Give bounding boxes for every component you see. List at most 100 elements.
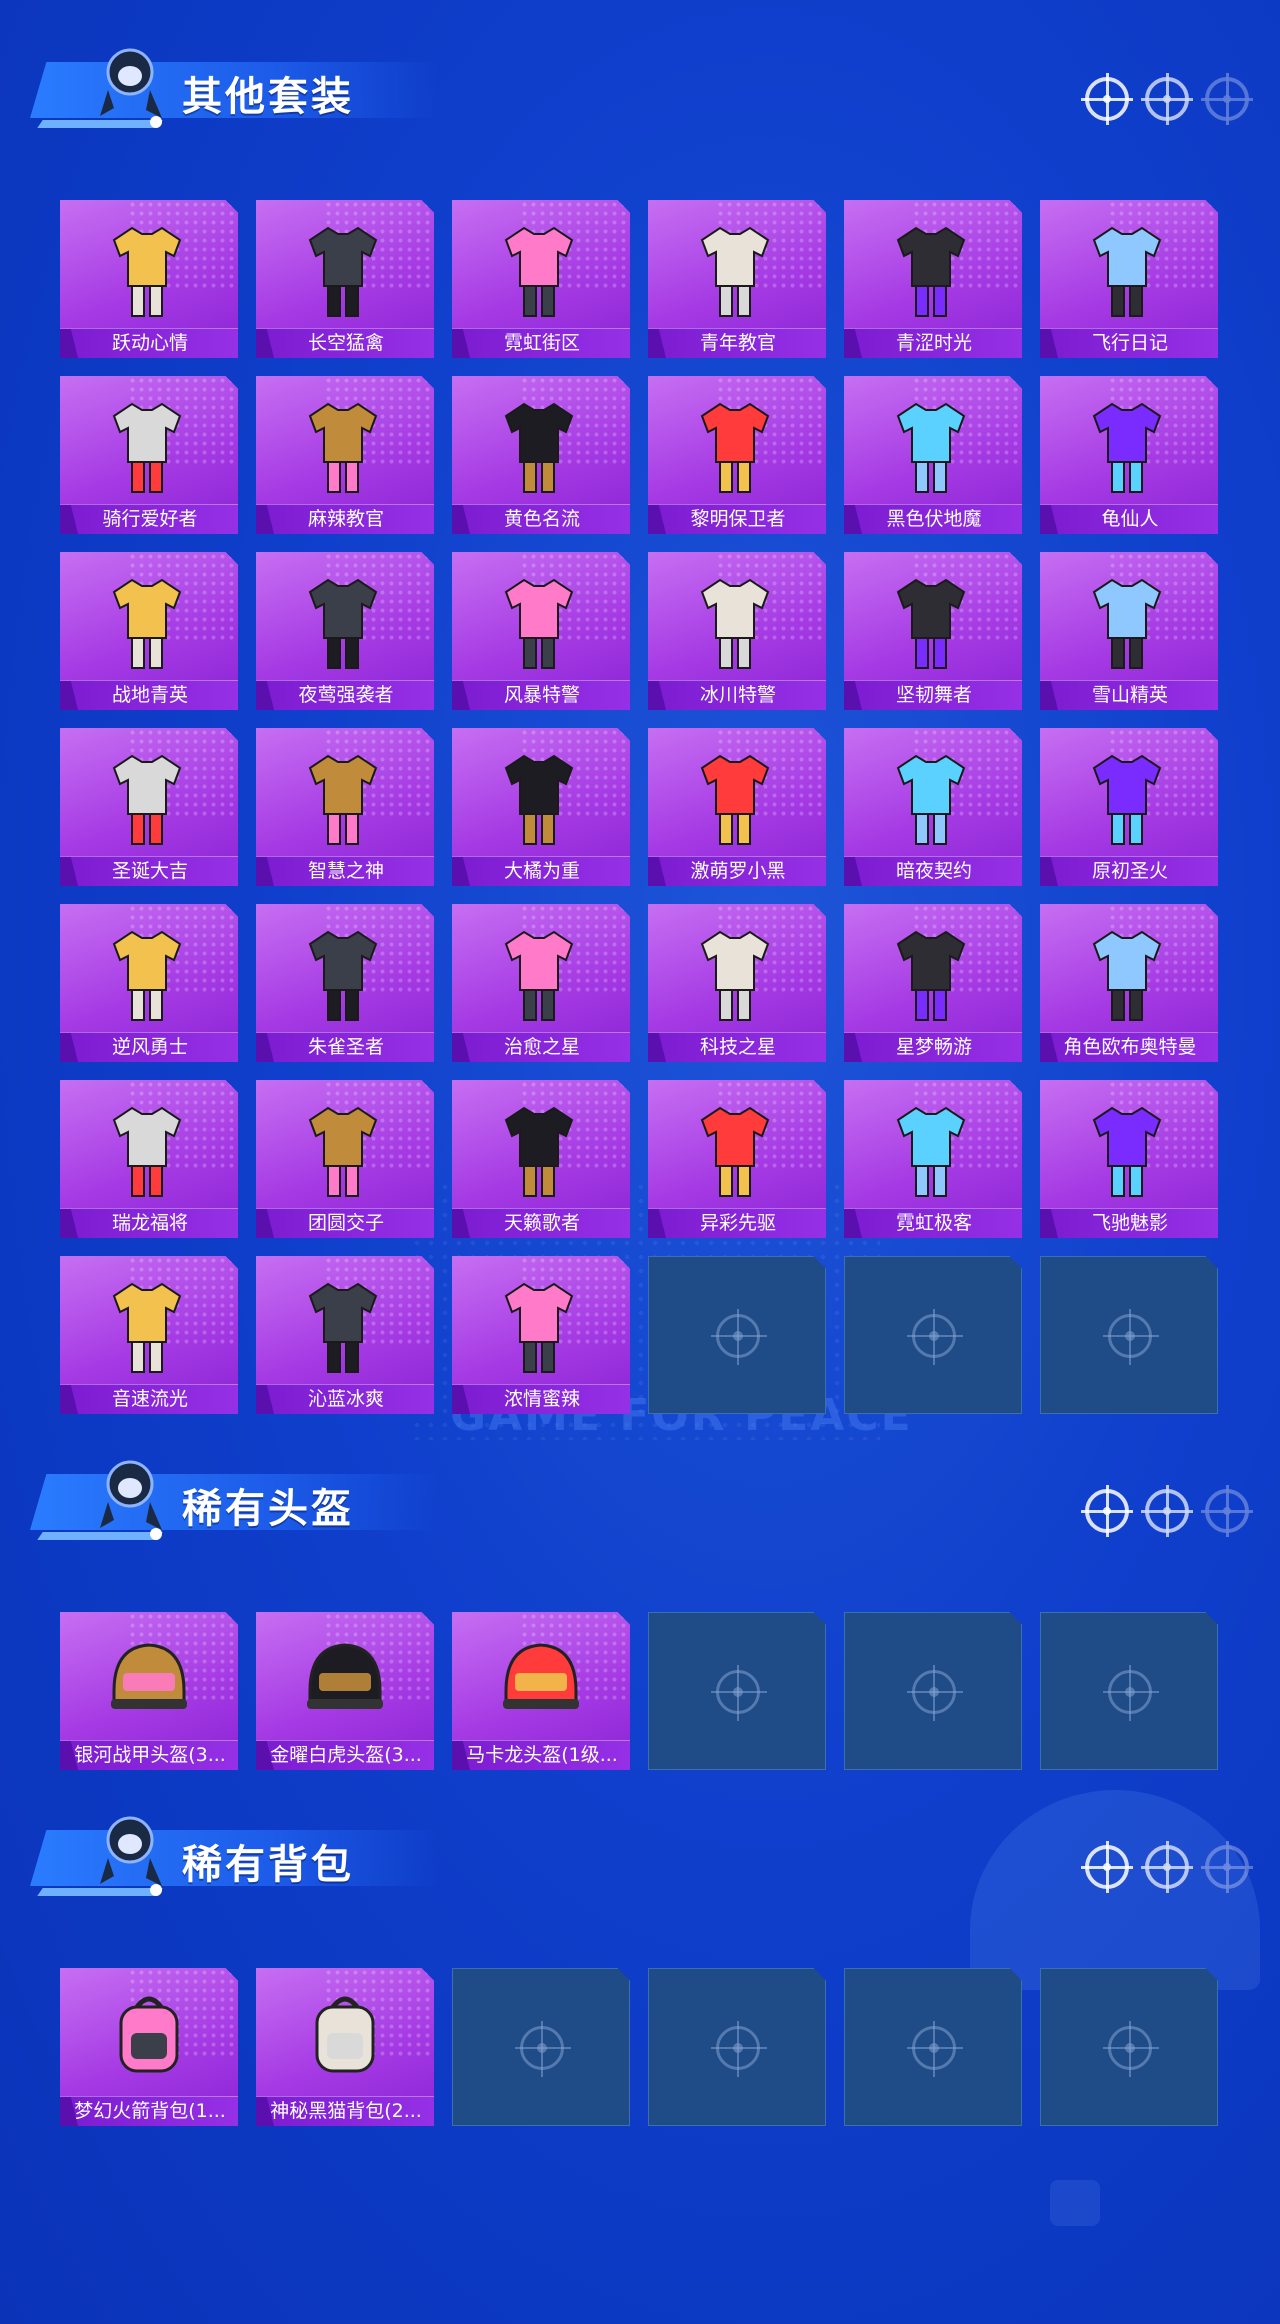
- item-label: 黄色名流: [503, 508, 580, 530]
- item-label: 梦幻火箭背包(1...: [74, 2100, 226, 2122]
- section-header: 其他套装: [0, 30, 1280, 130]
- outfit-icon: [486, 916, 596, 1026]
- item-label: 角色欧布奥特曼: [1063, 1036, 1197, 1058]
- item-label: 青涩时光: [895, 332, 972, 354]
- outfit-icon: [1074, 564, 1184, 674]
- outfit-icon: [682, 740, 792, 850]
- item-card[interactable]: 风暴特警: [452, 552, 630, 710]
- section-title: 稀有背包: [182, 1842, 354, 1888]
- item-label: 银河战甲头盔(3...: [74, 1744, 226, 1766]
- helmet-icon: [290, 1624, 400, 1734]
- section-header: 稀有头盔: [0, 1442, 1280, 1542]
- empty-slot: [648, 1256, 826, 1414]
- item-card[interactable]: 音速流光: [60, 1256, 238, 1414]
- crate-decoration: [1050, 2180, 1100, 2226]
- item-label: 跃动心情: [111, 332, 188, 354]
- item-card[interactable]: 青涩时光: [844, 200, 1022, 358]
- empty-slot: [1040, 1968, 1218, 2126]
- item-card[interactable]: 沁蓝冰爽: [256, 1256, 434, 1414]
- item-card[interactable]: 麻辣教官: [256, 376, 434, 534]
- outfit-icon: [290, 564, 400, 674]
- item-card[interactable]: 浓情蜜辣: [452, 1256, 630, 1414]
- backpack-icon: [94, 1980, 204, 2090]
- item-card[interactable]: 瑞龙福将: [60, 1080, 238, 1238]
- outfit-icon: [486, 740, 596, 850]
- item-label: 团圆交子: [307, 1212, 384, 1234]
- outfit-icon: [486, 1092, 596, 1202]
- item-card[interactable]: 骑行爱好者: [60, 376, 238, 534]
- item-card[interactable]: 黎明保卫者: [648, 376, 826, 534]
- item-card[interactable]: 神秘黑猫背包(2...: [256, 1968, 434, 2126]
- outfit-icon: [682, 388, 792, 498]
- empty-slot: [1040, 1256, 1218, 1414]
- item-card[interactable]: 霓虹极客: [844, 1080, 1022, 1238]
- target-icon: [1201, 1485, 1253, 1537]
- item-label: 沁蓝冰爽: [307, 1388, 384, 1410]
- mascot-icon: [100, 1460, 162, 1540]
- item-card[interactable]: 夜莺强袭者: [256, 552, 434, 710]
- item-card[interactable]: 冰川特警: [648, 552, 826, 710]
- crosshair-icon: [515, 2021, 571, 2077]
- item-card[interactable]: 坚韧舞者: [844, 552, 1022, 710]
- item-card[interactable]: 原初圣火: [1040, 728, 1218, 886]
- target-icon: [1141, 1841, 1193, 1893]
- crosshair-icon: [907, 1665, 963, 1721]
- item-card[interactable]: 团圆交子: [256, 1080, 434, 1238]
- item-card[interactable]: 黄色名流: [452, 376, 630, 534]
- crosshair-icon: [907, 1309, 963, 1365]
- item-card[interactable]: 银河战甲头盔(3...: [60, 1612, 238, 1770]
- item-card[interactable]: 金曜白虎头盔(3...: [256, 1612, 434, 1770]
- item-card[interactable]: 大橘为重: [452, 728, 630, 886]
- item-label: 冰川特警: [699, 684, 776, 706]
- crosshair-icon: [1103, 1309, 1159, 1365]
- outfit-icon: [1074, 1092, 1184, 1202]
- item-card[interactable]: 长空猛禽: [256, 200, 434, 358]
- empty-slot: [844, 1968, 1022, 2126]
- item-label: 金曜白虎头盔(3...: [270, 1744, 422, 1766]
- outfit-icon: [94, 1092, 204, 1202]
- empty-slot: [648, 1612, 826, 1770]
- item-label: 治愈之星: [503, 1036, 580, 1058]
- item-card[interactable]: 雪山精英: [1040, 552, 1218, 710]
- item-label: 飞驰魅影: [1091, 1212, 1168, 1234]
- item-card[interactable]: 暗夜契约: [844, 728, 1022, 886]
- item-label: 风暴特警: [503, 684, 580, 706]
- item-card[interactable]: 智慧之神: [256, 728, 434, 886]
- item-card[interactable]: 星梦畅游: [844, 904, 1022, 1062]
- item-card[interactable]: 逆风勇士: [60, 904, 238, 1062]
- outfit-icon: [682, 564, 792, 674]
- item-card[interactable]: 角色欧布奥特曼: [1040, 904, 1218, 1062]
- outfit-icon: [1074, 388, 1184, 498]
- outfit-icon: [1074, 212, 1184, 322]
- item-card[interactable]: 圣诞大吉: [60, 728, 238, 886]
- item-card[interactable]: 战地青英: [60, 552, 238, 710]
- crosshair-icon: [711, 1309, 767, 1365]
- item-card[interactable]: 青年教官: [648, 200, 826, 358]
- target-icon: [1141, 1485, 1193, 1537]
- outfit-icon: [486, 388, 596, 498]
- item-card[interactable]: 治愈之星: [452, 904, 630, 1062]
- item-label: 暗夜契约: [895, 860, 972, 882]
- item-card[interactable]: 霓虹街区: [452, 200, 630, 358]
- item-card[interactable]: 马卡龙头盔(1级...: [452, 1612, 630, 1770]
- item-card[interactable]: 飞驰魅影: [1040, 1080, 1218, 1238]
- item-label: 天籁歌者: [503, 1212, 580, 1234]
- item-card[interactable]: 跃动心情: [60, 200, 238, 358]
- outfit-icon: [290, 1092, 400, 1202]
- empty-slot: [844, 1612, 1022, 1770]
- item-card[interactable]: 朱雀圣者: [256, 904, 434, 1062]
- item-label: 马卡龙头盔(1级...: [466, 1744, 618, 1766]
- target-icon: [1081, 73, 1133, 125]
- item-card[interactable]: 梦幻火箭背包(1...: [60, 1968, 238, 2126]
- item-card[interactable]: 黑色伏地魔: [844, 376, 1022, 534]
- item-card[interactable]: 龟仙人: [1040, 376, 1218, 534]
- item-card[interactable]: 天籁歌者: [452, 1080, 630, 1238]
- item-label: 战地青英: [111, 684, 188, 706]
- item-card[interactable]: 飞行日记: [1040, 200, 1218, 358]
- outfit-icon: [878, 1092, 988, 1202]
- item-label: 雪山精英: [1091, 684, 1168, 706]
- item-card[interactable]: 激萌罗小黑: [648, 728, 826, 886]
- outfit-icon: [94, 1268, 204, 1378]
- item-card[interactable]: 科技之星: [648, 904, 826, 1062]
- item-card[interactable]: 异彩先驱: [648, 1080, 826, 1238]
